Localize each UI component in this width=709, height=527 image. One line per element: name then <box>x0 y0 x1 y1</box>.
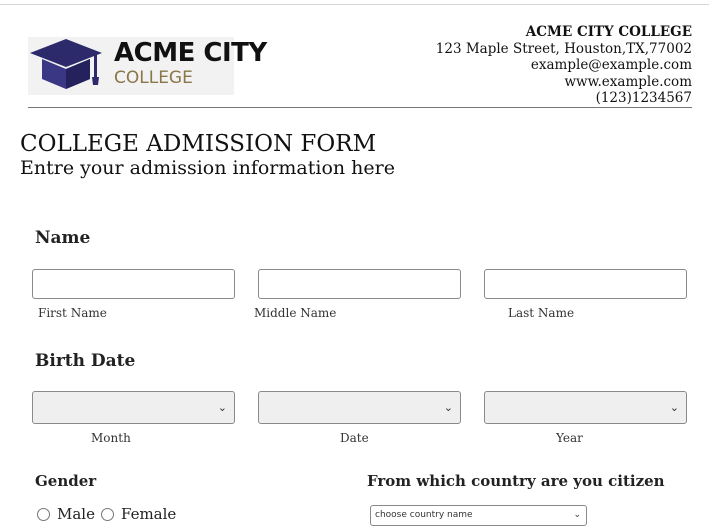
form-subtitle: Entre your admission information here <box>20 157 395 179</box>
female-radio-label: Female <box>120 505 177 523</box>
logo-name: ACME CITY <box>114 38 267 68</box>
birth-date-label: Date <box>340 431 369 445</box>
college-name: ACME CITY COLLEGE <box>525 24 692 40</box>
chevron-down-icon: ⌄ <box>573 510 581 520</box>
last-name-input[interactable] <box>484 269 687 299</box>
country-select[interactable]: choose country name ⌄ <box>370 505 587 526</box>
birth-year-label: Year <box>556 431 583 445</box>
birth-month-label: Month <box>91 431 131 445</box>
first-name-input[interactable] <box>32 269 235 299</box>
country-label: From which country are you citizen <box>367 472 665 490</box>
first-name-label: First Name <box>38 306 107 320</box>
middle-name-label: Middle Name <box>254 306 337 320</box>
birth-date-select[interactable]: ⌄ <box>258 391 461 424</box>
college-phone: (123)1234567 <box>595 90 692 106</box>
male-radio-label: Male <box>57 505 95 523</box>
birth-date-section-label: Birth Date <box>35 351 136 371</box>
country-select-value: choose country name <box>375 510 473 520</box>
gender-option-male[interactable]: Male <box>37 505 95 523</box>
form-title: COLLEGE ADMISSION FORM <box>20 131 377 157</box>
chevron-down-icon: ⌄ <box>217 401 227 414</box>
birth-year-select[interactable]: ⌄ <box>484 391 687 424</box>
birth-month-select[interactable]: ⌄ <box>32 391 235 424</box>
chevron-down-icon: ⌄ <box>669 401 679 414</box>
male-radio[interactable] <box>37 507 50 521</box>
college-address: 123 Maple Street, Houston,TX,77002 <box>435 40 692 57</box>
last-name-label: Last Name <box>508 306 575 320</box>
top-border <box>0 4 709 5</box>
logo-subtitle: COLLEGE <box>114 68 193 88</box>
middle-name-input[interactable] <box>258 269 461 299</box>
college-website: www.example.com <box>564 73 692 90</box>
female-radio[interactable] <box>100 507 114 521</box>
name-section-label: Name <box>35 228 91 248</box>
college-email: example@example.com <box>530 57 692 73</box>
graduation-cap-icon <box>30 39 102 89</box>
gender-option-female[interactable]: Female <box>100 505 177 523</box>
gender-label: Gender <box>35 472 97 490</box>
college-contact-block: ACME CITY COLLEGE 123 Maple Street, Hous… <box>436 24 692 107</box>
chevron-down-icon: ⌄ <box>443 401 453 414</box>
header-divider <box>28 107 692 108</box>
gender-radio-group: Male Female <box>37 505 182 523</box>
college-logo: ACME CITY COLLEGE <box>28 37 267 95</box>
